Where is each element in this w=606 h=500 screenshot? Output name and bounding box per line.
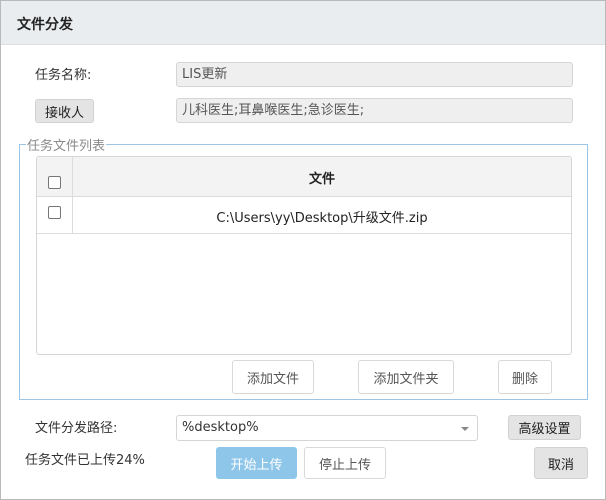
distribution-path-label: 文件分发路径: xyxy=(35,421,118,436)
cancel-button[interactable]: 取消 xyxy=(534,447,588,479)
start-upload-button[interactable]: 开始上传 xyxy=(216,447,297,479)
chevron-down-icon xyxy=(461,427,469,431)
add-folder-button[interactable]: 添加文件夹 xyxy=(358,360,454,394)
distribution-path-select[interactable]: %desktop% xyxy=(176,415,478,441)
delete-button[interactable]: 删除 xyxy=(498,360,552,394)
select-all-checkbox[interactable] xyxy=(48,176,61,189)
advanced-settings-button[interactable]: 高级设置 xyxy=(508,415,581,440)
dialog-title: 文件分发 xyxy=(17,17,73,33)
file-column-header: 文件 xyxy=(308,172,335,187)
upload-progress-text: 任务文件已上传24% xyxy=(25,453,145,468)
task-name-field[interactable]: LIS更新 xyxy=(176,62,573,87)
receiver-field[interactable]: 儿科医生;耳鼻喉医生;急诊医生; xyxy=(176,98,573,123)
stop-upload-button[interactable]: 停止上传 xyxy=(304,447,386,479)
receiver-button[interactable]: 接收人 xyxy=(35,99,94,123)
distribution-path-value: %desktop% xyxy=(182,420,259,435)
row-checkbox-cell xyxy=(37,197,73,233)
table-row[interactable]: C:\Users\yy\Desktop\升级文件.zip xyxy=(37,197,571,234)
file-path-cell: C:\Users\yy\Desktop\升级文件.zip xyxy=(216,211,428,226)
file-table-header: 文件 xyxy=(37,157,571,197)
dialog-titlebar: 文件分发 xyxy=(1,1,605,45)
row-checkbox[interactable] xyxy=(48,206,61,219)
file-table: 文件 C:\Users\yy\Desktop\升级文件.zip xyxy=(36,156,572,355)
file-distribution-dialog: 文件分发 任务名称: LIS更新 接收人 儿科医生;耳鼻喉医生;急诊医生; 任务… xyxy=(0,0,606,500)
select-all-cell xyxy=(37,157,73,196)
task-name-label: 任务名称: xyxy=(35,68,92,83)
add-file-button[interactable]: 添加文件 xyxy=(232,360,314,394)
task-file-list-legend: 任务文件列表 xyxy=(26,135,107,154)
